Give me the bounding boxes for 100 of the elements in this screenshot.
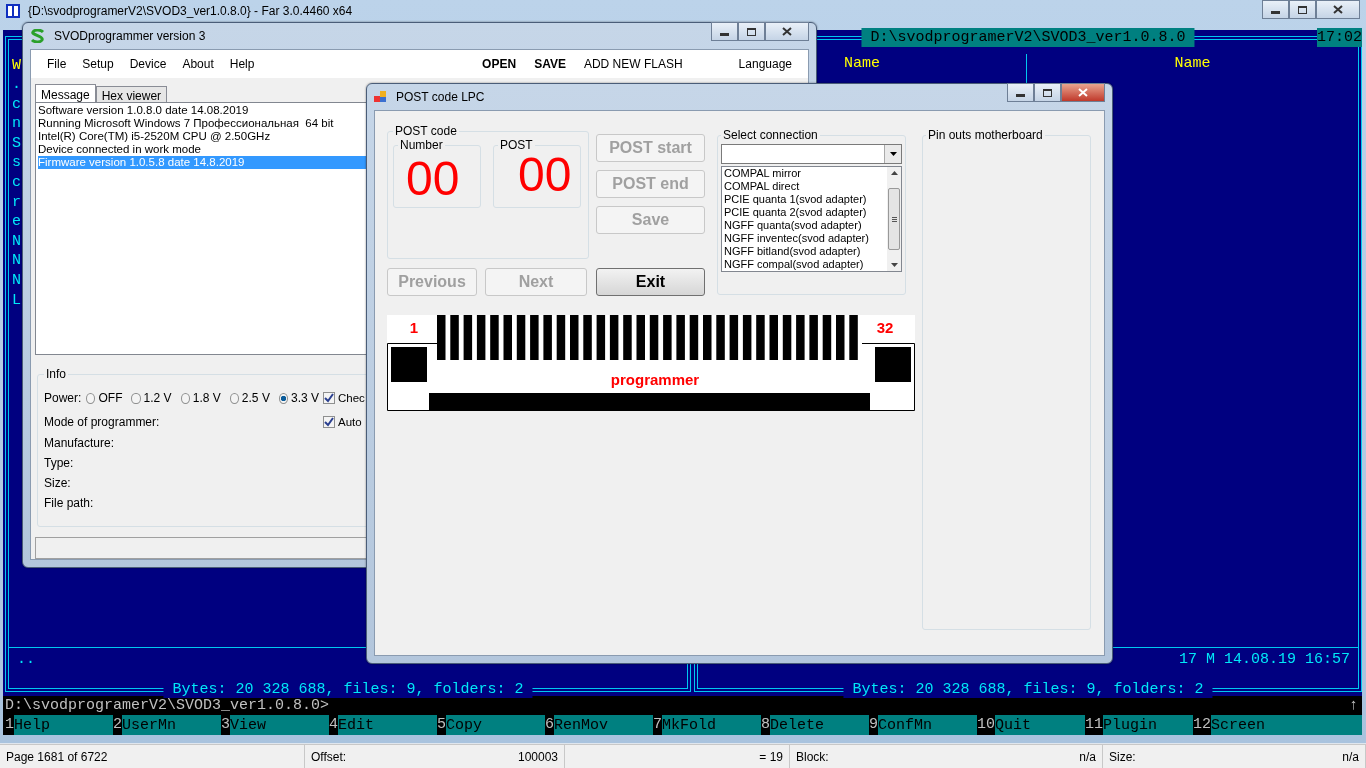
scrollbar[interactable] — [887, 167, 901, 271]
field-label: File path: — [44, 496, 94, 510]
radio-label: 3.3 V — [291, 391, 320, 405]
key-number: 6 — [545, 715, 554, 735]
menu-item[interactable]: Help — [223, 54, 265, 74]
dropdown-icon — [889, 152, 897, 156]
app-icon — [374, 90, 388, 104]
maximize-button[interactable] — [1034, 83, 1061, 102]
window-title: {D:\svodprogramerV2\SVOD3_ver1.0.8.0} - Far 3.0.4460 x64 — [28, 4, 353, 18]
checkbox[interactable] — [323, 416, 335, 428]
close-icon — [1078, 88, 1088, 97]
field-label: Size: — [44, 476, 71, 490]
file-entry[interactable]: N — [12, 251, 21, 271]
field-label: Type: — [44, 456, 74, 470]
key-number: 7 — [653, 715, 662, 735]
list-option[interactable]: NGFF compal(svod adapter) — [724, 258, 887, 271]
key-number: 2 — [113, 715, 122, 735]
function-key[interactable]: ConfMn — [878, 715, 977, 735]
file-entry[interactable]: . — [12, 75, 21, 95]
list-option[interactable]: PCIE quanta 2(svod adapter) — [724, 206, 887, 219]
file-entry[interactable]: L — [12, 290, 21, 311]
column-header: Name — [844, 55, 880, 72]
radio-button[interactable] — [180, 392, 190, 404]
connector-label: programmer — [610, 371, 700, 388]
field-label: Manufacture: — [44, 436, 115, 450]
close-button[interactable] — [1316, 0, 1360, 19]
radio-button[interactable] — [278, 392, 288, 404]
scroll-down-icon[interactable] — [890, 263, 898, 267]
menu-item[interactable]: Setup — [76, 54, 124, 74]
function-key[interactable]: View — [230, 715, 329, 735]
status-label: Offset: — [311, 750, 347, 764]
group-title: Select connection — [722, 128, 819, 142]
file-entry[interactable]: s — [12, 153, 21, 173]
file-entry[interactable]: c — [12, 172, 21, 193]
checkbox-label: Auto — [338, 416, 362, 428]
status-value: = 19 — [759, 750, 783, 764]
list-option[interactable]: COMPAL mirror — [724, 167, 887, 180]
checkbox-label: Chec — [338, 392, 365, 404]
minimize-button[interactable] — [711, 22, 738, 41]
function-key[interactable]: Copy — [446, 715, 545, 735]
language-menu[interactable]: Language — [732, 54, 802, 74]
key-number: 1 — [5, 715, 14, 735]
file-entry[interactable]: N — [12, 270, 21, 291]
command-prompt[interactable]: D:\svodprogramerV2\SVOD3_ver1.0.8.0> — [5, 696, 330, 715]
function-key[interactable]: Delete — [770, 715, 869, 735]
close-button[interactable] — [765, 22, 809, 41]
tab[interactable]: Hex viewer — [95, 86, 168, 102]
function-key[interactable]: Plugin — [1103, 715, 1193, 735]
function-key[interactable]: Quit — [995, 715, 1085, 735]
menu-item[interactable]: About — [176, 54, 224, 74]
menu-item[interactable]: File — [41, 54, 77, 74]
minimize-button[interactable] — [1262, 0, 1289, 19]
file-entry[interactable]: n — [12, 114, 21, 134]
radio-label: 2.5 V — [241, 391, 270, 405]
key-number: 9 — [869, 715, 878, 735]
status-label: Block: — [796, 750, 829, 764]
column-header: W — [12, 56, 21, 75]
key-number: 4 — [329, 715, 338, 735]
key-number: 5 — [437, 715, 446, 735]
group-title: Info — [45, 367, 67, 381]
close-button[interactable] — [1061, 83, 1105, 102]
parent-folder-entry[interactable]: .. — [17, 651, 35, 668]
function-key[interactable]: UserMn — [122, 715, 221, 735]
file-entry[interactable]: e — [12, 212, 21, 232]
file-entry[interactable]: N — [12, 231, 21, 252]
scroll-up-icon[interactable] — [890, 171, 898, 175]
menu-item[interactable]: Device — [123, 54, 177, 74]
field-label: Power: — [44, 391, 82, 405]
group-title: Number — [399, 138, 444, 152]
radio-button[interactable] — [131, 392, 141, 404]
list-option[interactable]: PCIE quanta 1(svod adapter) — [724, 193, 887, 206]
function-key[interactable]: Screen — [1211, 715, 1362, 735]
function-key[interactable]: RenMov — [554, 715, 653, 735]
menu-action[interactable]: OPEN — [476, 54, 529, 74]
function-key[interactable]: Help — [14, 715, 113, 735]
tab[interactable]: Message — [35, 84, 96, 102]
minimize-button[interactable] — [1007, 83, 1034, 102]
function-key[interactable]: Edit — [338, 715, 437, 735]
status-value: n/a — [1079, 750, 1096, 764]
file-entry[interactable]: r — [12, 192, 21, 213]
app-logo-icon — [30, 29, 46, 43]
list-option[interactable]: COMPAL direct — [724, 180, 887, 193]
function-key[interactable]: MkFold — [662, 715, 761, 735]
menu-action[interactable]: ADD NEW FLASH — [577, 54, 693, 74]
maximize-button[interactable] — [738, 22, 765, 41]
connection-dropdown[interactable] — [721, 144, 902, 164]
menu-action[interactable]: SAVE — [528, 54, 578, 74]
radio-button[interactable] — [229, 392, 239, 404]
window-title: SVODprogrammer version 3 — [54, 29, 206, 43]
close-icon — [782, 27, 792, 36]
pin-number: 32 — [876, 319, 894, 336]
exit-button[interactable]: Exit — [596, 268, 705, 296]
restore-button[interactable] — [1289, 0, 1316, 19]
radio-button[interactable] — [86, 392, 96, 404]
list-option[interactable]: NGFF inventec(svod adapter) — [724, 232, 887, 245]
checkbox[interactable] — [323, 392, 335, 404]
file-entry[interactable]: c — [12, 94, 21, 115]
list-option[interactable]: NGFF quanta(svod adapter) — [724, 219, 887, 232]
list-option[interactable]: NGFF bitland(svod adapter) — [724, 245, 887, 258]
file-entry[interactable]: S — [12, 133, 21, 154]
